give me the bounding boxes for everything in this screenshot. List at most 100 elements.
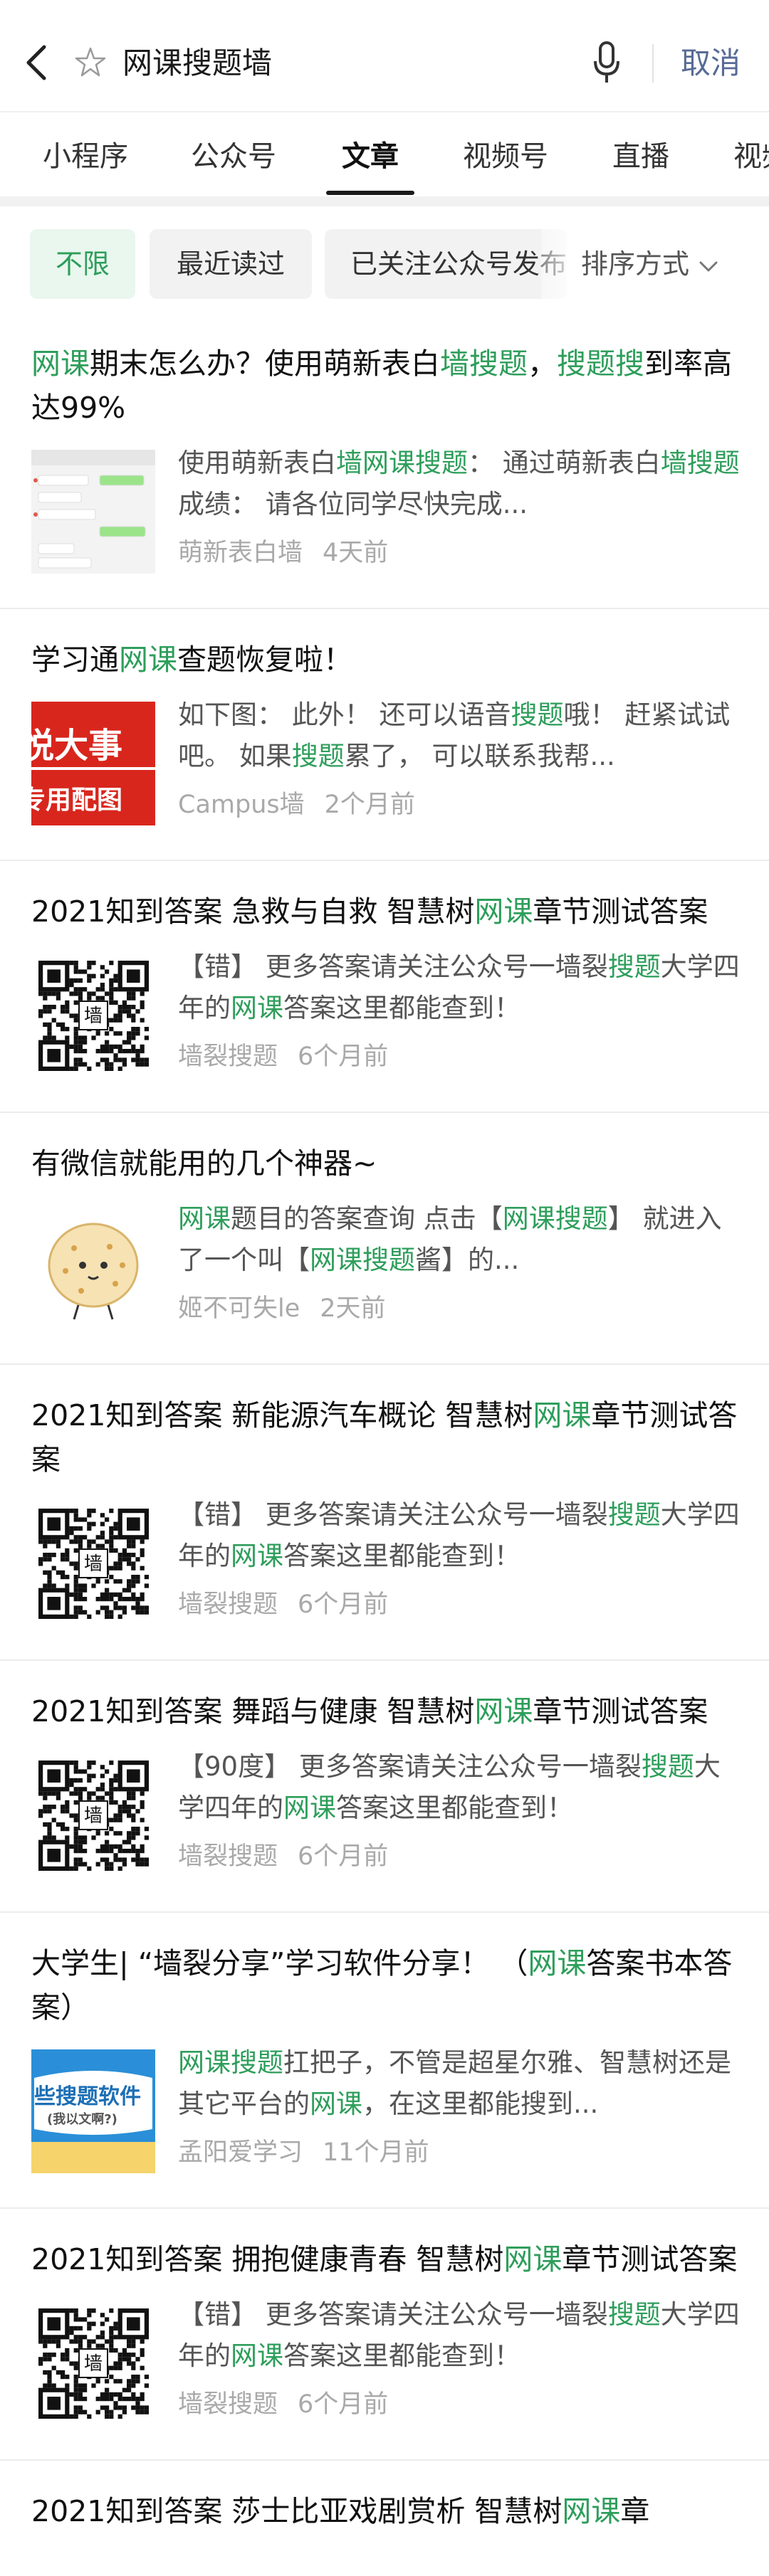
text-segment: 答案这里都能查到！ [283, 2340, 520, 2371]
search-input[interactable]: 网课搜题墙 [122, 43, 272, 84]
cancel-button[interactable]: 取消 [681, 43, 741, 84]
article-snippet: 如下图： 此外！ 还可以语音搜题哦！ 赶紧试试吧。 如果搜题累了， 可以联系我帮… [178, 695, 741, 777]
source-account-name[interactable]: 墙裂搜题 [178, 1042, 278, 1071]
tab-videos[interactable]: 视频 [733, 137, 769, 176]
article-title[interactable]: 2021知到答案 拥抱健康青春 智慧树网课章节测试答案 [31, 2209, 738, 2281]
text-segment: 【错】 更多答案请关注公众号一墙裂 [178, 1499, 608, 1530]
article-preview: 悦大事专用配图如下图： 此外！ 还可以语音搜题哦！ 赶紧试试吧。 如果搜题累了，… [31, 695, 738, 844]
chevron-down-icon [699, 261, 718, 271]
microphone-icon[interactable] [592, 40, 621, 85]
section-divider [0, 196, 769, 206]
text-segment: 章节测试答案 [562, 2242, 738, 2276]
article-thumbnail[interactable]: 悦大事专用配图 [31, 702, 155, 825]
keyword-highlight: 网课 [231, 2340, 283, 2371]
source-account-name[interactable]: 墙裂搜题 [178, 2390, 278, 2419]
text-segment: 期末怎么办？使用萌新表白 [90, 347, 440, 381]
cookie-mascot-image [31, 1205, 155, 1329]
filter-chip-all[interactable]: 不限 [30, 229, 135, 299]
source-account-name[interactable]: 萌新表白墙 [178, 539, 303, 567]
cartoon-banner-image: 些搜题软件 (我以文啊?) [31, 2049, 155, 2173]
keyword-highlight: 网课搜题 [178, 2047, 283, 2078]
qr-code-image: 墙 [31, 1501, 155, 1625]
keyword-highlight: 搜题搜 [557, 347, 644, 381]
text-segment: 查题恢复啦！ [177, 643, 352, 677]
article-thumbnail[interactable]: 墙 [31, 954, 155, 1077]
source-account-name[interactable]: 姬不可失le [178, 1294, 300, 1323]
article-meta: 墙裂搜题 6个月前 [178, 1839, 388, 1874]
article-snippet: 【错】 更多答案请关注公众号一墙裂搜题大学四年的网课答案这里都能查到！ [178, 2294, 741, 2377]
article-preview: 网课题目的答案查询 点击【网课搜题】 就进入了一个叫【网课搜题酱】的... 姬不可… [31, 1198, 738, 1348]
article-thumbnail[interactable] [31, 450, 155, 574]
qr-code-image: 墙 [31, 954, 155, 1077]
article-preview: 墙 【错】 更多答案请关注公众号一墙裂搜题大学四年的网课答案这里都能查到！ 墙裂搜题… [31, 946, 740, 1096]
tab-mini-programs[interactable]: 小程序 [43, 137, 128, 176]
text-segment: 答案这里都能查到！ [336, 1793, 573, 1823]
article-thumbnail[interactable]: 墙 [31, 1753, 155, 1877]
active-tab-indicator [326, 191, 414, 195]
article-result[interactable]: 有微信就能用的几个神器~ 网课题目的答案查询 点击【网课搜题】 就进入了一个叫【网… [0, 1113, 769, 1365]
filter-chip-followed-accounts[interactable]: 已关注公众号发布 [325, 229, 567, 299]
search-results-page: 网课搜题墙 取消 小程序 公众号 文章 视频号 直播 视频 不限 最近读过 已关… [0, 0, 769, 2576]
text-segment: 学习通 [31, 643, 119, 677]
article-preview: 墙 【90度】 更多答案请关注公众号一墙裂搜题大学四年的网课答案这里都能查到！ 墙裂… [31, 1746, 738, 1896]
article-result[interactable]: 学习通网课查题恢复啦！ 悦大事专用配图如下图： 此外！ 还可以语音搜题哦！ 赶紧试… [0, 609, 769, 861]
article-result[interactable]: 2021知到答案 拥抱健康青春 智慧树网课章节测试答案墙【错】 更多答案请关注公… [0, 2209, 769, 2461]
back-arrow-icon[interactable] [23, 41, 51, 84]
article-meta: 孟阳爱学习 11个月前 [178, 2135, 429, 2170]
text-segment: 【错】 更多答案请关注公众号一墙裂 [178, 2299, 608, 2330]
keyword-highlight: 网课搜题 [502, 1203, 608, 1234]
article-thumbnail[interactable]: 墙 [31, 1501, 155, 1625]
article-thumbnail[interactable]: 墙 [31, 2301, 155, 2425]
keyword-highlight: 墙搜题 [660, 448, 740, 478]
article-title[interactable]: 2021知到答案 莎士比亚戏剧赏析 智慧树网课章 [31, 2461, 738, 2533]
article-preview: 墙 【错】 更多答案请关注公众号一墙裂搜题大学四年的网课答案这里都能查到！ 墙裂搜题… [31, 1494, 740, 1644]
article-snippet: 使用萌新表白墙网课搜题： 通过萌新表白墙搜题成绩： 请各位同学尽快完成... [178, 443, 741, 525]
keyword-highlight: 墙网课搜题 [336, 448, 468, 478]
article-title[interactable]: 学习通网课查题恢复啦！ [31, 609, 738, 682]
article-title[interactable]: 2021知到答案 急救与自救 智慧树网课章节测试答案 [31, 861, 738, 934]
text-segment: ： 通过萌新表白 [468, 448, 661, 478]
article-result[interactable]: 2021知到答案 莎士比亚戏剧赏析 智慧树网课章 [0, 2461, 769, 2533]
keyword-highlight: 搜题 [511, 700, 564, 730]
text-segment: 章节测试答案 [533, 894, 708, 929]
publish-time: 2天前 [320, 1294, 386, 1323]
article-thumbnail[interactable]: 些搜题软件 (我以文啊?) [31, 2049, 155, 2173]
qr-center-label: 墙 [84, 1553, 103, 1575]
text-segment: 【90度】 更多答案请关注公众号一墙裂 [178, 1751, 642, 1782]
publish-time: 6个月前 [298, 1842, 389, 1871]
article-title[interactable]: 2021知到答案 舞蹈与健康 智慧树网课章节测试答案 [31, 1661, 738, 1733]
article-title[interactable]: 网课期末怎么办？使用萌新表白墙搜题，搜题搜到率高达99% [31, 313, 738, 430]
article-result[interactable]: 2021知到答案 急救与自救 智慧树网课章节测试答案墙【错】 更多答案请关注公众… [0, 861, 769, 1113]
source-account-name[interactable]: 孟阳爱学习 [178, 2138, 303, 2167]
source-account-name[interactable]: Campus墙 [178, 791, 305, 819]
filter-chip-recently-read[interactable]: 最近读过 [150, 229, 312, 299]
article-title[interactable]: 2021知到答案 新能源汽车概论 智慧树网课章节测试答案 [31, 1365, 738, 1482]
text-segment: 2021知到答案 拥抱健康青春 智慧树 [31, 2242, 504, 2276]
article-result[interactable]: 大学生| “墙裂分享”学习软件分享！ （网课答案书本答案） 些搜题软件 (我以文啊?… [0, 1913, 769, 2209]
tab-live[interactable]: 直播 [612, 137, 669, 176]
article-title[interactable]: 有微信就能用的几个神器~ [31, 1113, 738, 1186]
article-result[interactable]: 网课期末怎么办？使用萌新表白墙搜题，搜题搜到率高达99% 使用萌新表白墙网课搜题：… [0, 313, 769, 609]
publish-time: 11个月前 [323, 2138, 429, 2167]
article-result[interactable]: 2021知到答案 舞蹈与健康 智慧树网课章节测试答案墙【90度】 更多答案请关注… [0, 1661, 769, 1913]
text-segment: ，在这里都能搜到... [362, 2089, 599, 2119]
keyword-highlight: 搜题 [291, 741, 345, 771]
qr-center-label: 墙 [84, 2353, 103, 2375]
tab-channels[interactable]: 视频号 [463, 137, 548, 176]
text-segment: 2021知到答案 莎士比亚戏剧赏析 智慧树 [31, 2494, 563, 2528]
keyword-highlight: 网课 [283, 1793, 336, 1823]
article-thumbnail[interactable] [31, 1205, 155, 1329]
source-account-name[interactable]: 墙裂搜题 [178, 1590, 278, 1619]
text-segment: 酱】的... [415, 1245, 520, 1275]
article-meta: 墙裂搜题 6个月前 [178, 1587, 388, 1622]
banner-text: 些搜题软件 [34, 2084, 141, 2109]
tab-articles[interactable]: 文章 [342, 137, 399, 176]
article-title[interactable]: 大学生| “墙裂分享”学习软件分享！ （网课答案书本答案） [31, 1913, 738, 2029]
source-account-name[interactable]: 墙裂搜题 [178, 1842, 278, 1871]
sort-button[interactable]: 排序方式 [581, 229, 721, 299]
tab-official-accounts[interactable]: 公众号 [191, 137, 276, 176]
article-snippet: 【90度】 更多答案请关注公众号一墙裂搜题大学四年的网课答案这里都能查到！ [178, 1746, 741, 1829]
text-segment: 【错】 更多答案请关注公众号一墙裂 [178, 951, 608, 982]
keyword-highlight: 网课 [503, 2242, 563, 2276]
article-result[interactable]: 2021知到答案 新能源汽车概论 智慧树网课章节测试答案墙 【错】 更多答案请关注… [0, 1365, 769, 1661]
